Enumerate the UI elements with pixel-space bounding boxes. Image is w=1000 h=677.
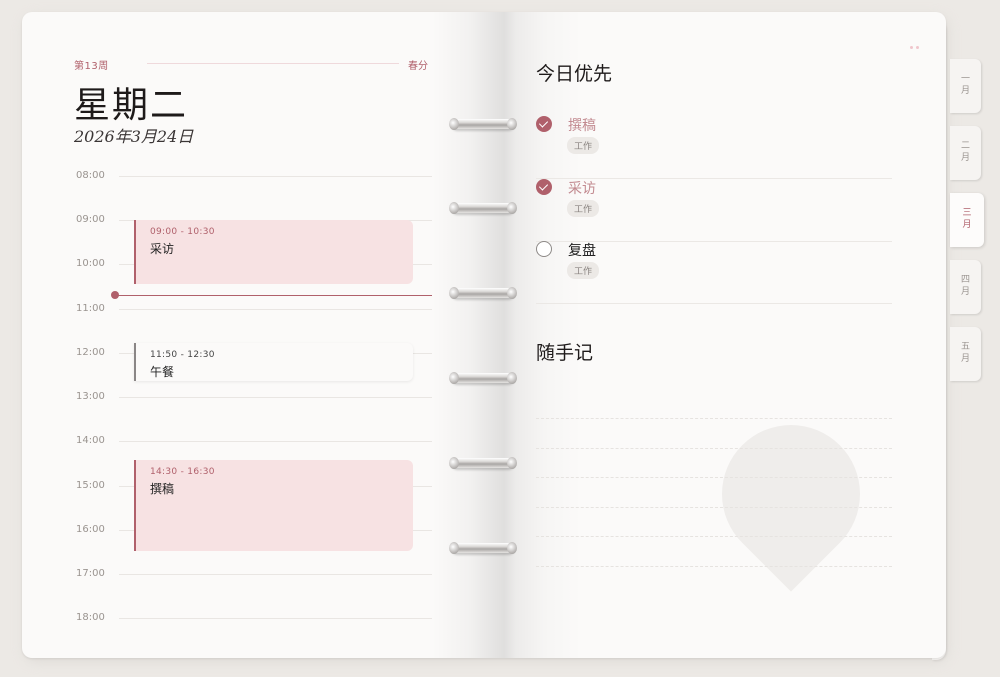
event-block[interactable]: 14:30 - 16:30 撰稿 — [134, 460, 413, 551]
hour-label: 08:00 — [76, 170, 105, 181]
book-gutter — [432, 12, 582, 658]
month-tab-label: 月 — [960, 354, 970, 364]
binder-ring — [449, 287, 517, 299]
note-line[interactable] — [536, 418, 892, 419]
season-label: 春分 — [408, 61, 428, 72]
leaf-watermark-icon — [693, 396, 889, 592]
hour-label: 14:00 — [76, 435, 105, 446]
priority-tag: 工作 — [567, 200, 600, 217]
priority-item[interactable]: 撰稿 工作 — [536, 116, 892, 179]
checked-circle-icon[interactable] — [536, 116, 552, 132]
hour-label: 17:00 — [76, 568, 105, 579]
hour-label: 13:00 — [76, 391, 105, 402]
date-line: 2026年3月24日 — [74, 127, 194, 146]
binder-ring — [449, 542, 517, 554]
month-tab-label: 月 — [962, 220, 972, 230]
month-tab-label: 二 — [960, 141, 970, 151]
binder-ring — [449, 457, 517, 469]
month-tab-label: 三 — [962, 208, 972, 218]
hour-line — [119, 309, 432, 310]
month-tab-label: 月 — [960, 287, 970, 297]
hour-label: 16:00 — [76, 524, 105, 535]
event-time: 11:50 - 12:30 — [150, 350, 215, 360]
note-line[interactable] — [536, 448, 892, 449]
month-tab-label: 月 — [960, 153, 970, 163]
event-block[interactable]: 11:50 - 12:30 午餐 — [134, 343, 413, 381]
event-title: 午餐 — [150, 365, 175, 379]
month-tab-label: 一 — [960, 74, 970, 84]
event-block[interactable]: 09:00 - 10:30 采访 — [134, 220, 413, 284]
binder-ring — [449, 202, 517, 214]
note-line[interactable] — [536, 507, 892, 508]
priority-label: 撰稿 — [568, 118, 596, 134]
priority-item[interactable]: 复盘 工作 — [536, 241, 892, 304]
priorities-title: 今日优先 — [536, 63, 613, 85]
month-tab-active[interactable]: 三 月 — [950, 193, 984, 247]
month-tab[interactable]: 四 月 — [950, 260, 981, 314]
unchecked-circle-icon[interactable] — [536, 241, 552, 257]
hour-label: 15:00 — [76, 480, 105, 491]
note-line[interactable] — [536, 477, 892, 478]
hour-line — [119, 574, 432, 575]
hour-line — [119, 176, 432, 177]
month-tab-label: 月 — [960, 86, 970, 96]
hour-line — [119, 397, 432, 398]
week-label: 第13周 — [74, 61, 109, 72]
hour-label: 09:00 — [76, 214, 105, 225]
hour-line — [119, 441, 432, 442]
hour-label: 18:00 — [76, 612, 105, 623]
event-time: 14:30 - 16:30 — [150, 467, 215, 477]
note-line[interactable] — [536, 566, 892, 567]
priority-label: 复盘 — [568, 243, 596, 259]
header-rule — [147, 63, 399, 64]
notes-title: 随手记 — [536, 342, 594, 364]
current-time-line — [118, 295, 432, 296]
month-tab-label: 四 — [960, 275, 970, 285]
month-tab[interactable]: 一 月 — [950, 59, 981, 113]
planner-book: 第13周 春分 星期二 2026年3月24日 08:00 09:00 10:00… — [22, 12, 946, 658]
priority-label: 采访 — [568, 181, 596, 197]
priority-tag: 工作 — [567, 137, 600, 154]
month-tab[interactable]: 五 月 — [950, 327, 981, 381]
event-title: 采访 — [150, 242, 175, 256]
priority-item[interactable]: 采访 工作 — [536, 179, 892, 242]
event-title: 撰稿 — [150, 482, 175, 496]
month-tab-label: 五 — [960, 342, 970, 352]
hour-label: 10:00 — [76, 258, 105, 269]
priority-tag: 工作 — [567, 262, 600, 279]
note-line[interactable] — [536, 536, 892, 537]
month-tab[interactable]: 二 月 — [950, 126, 981, 180]
current-time-dot — [111, 291, 119, 299]
event-time: 09:00 - 10:30 — [150, 227, 215, 237]
hour-line — [119, 618, 432, 619]
day-title: 星期二 — [74, 85, 189, 126]
binder-ring — [449, 118, 517, 130]
hour-label: 11:00 — [76, 303, 105, 314]
checked-circle-icon[interactable] — [536, 179, 552, 195]
binder-ring — [449, 372, 517, 384]
page-dots — [910, 34, 922, 53]
hour-label: 12:00 — [76, 347, 105, 358]
